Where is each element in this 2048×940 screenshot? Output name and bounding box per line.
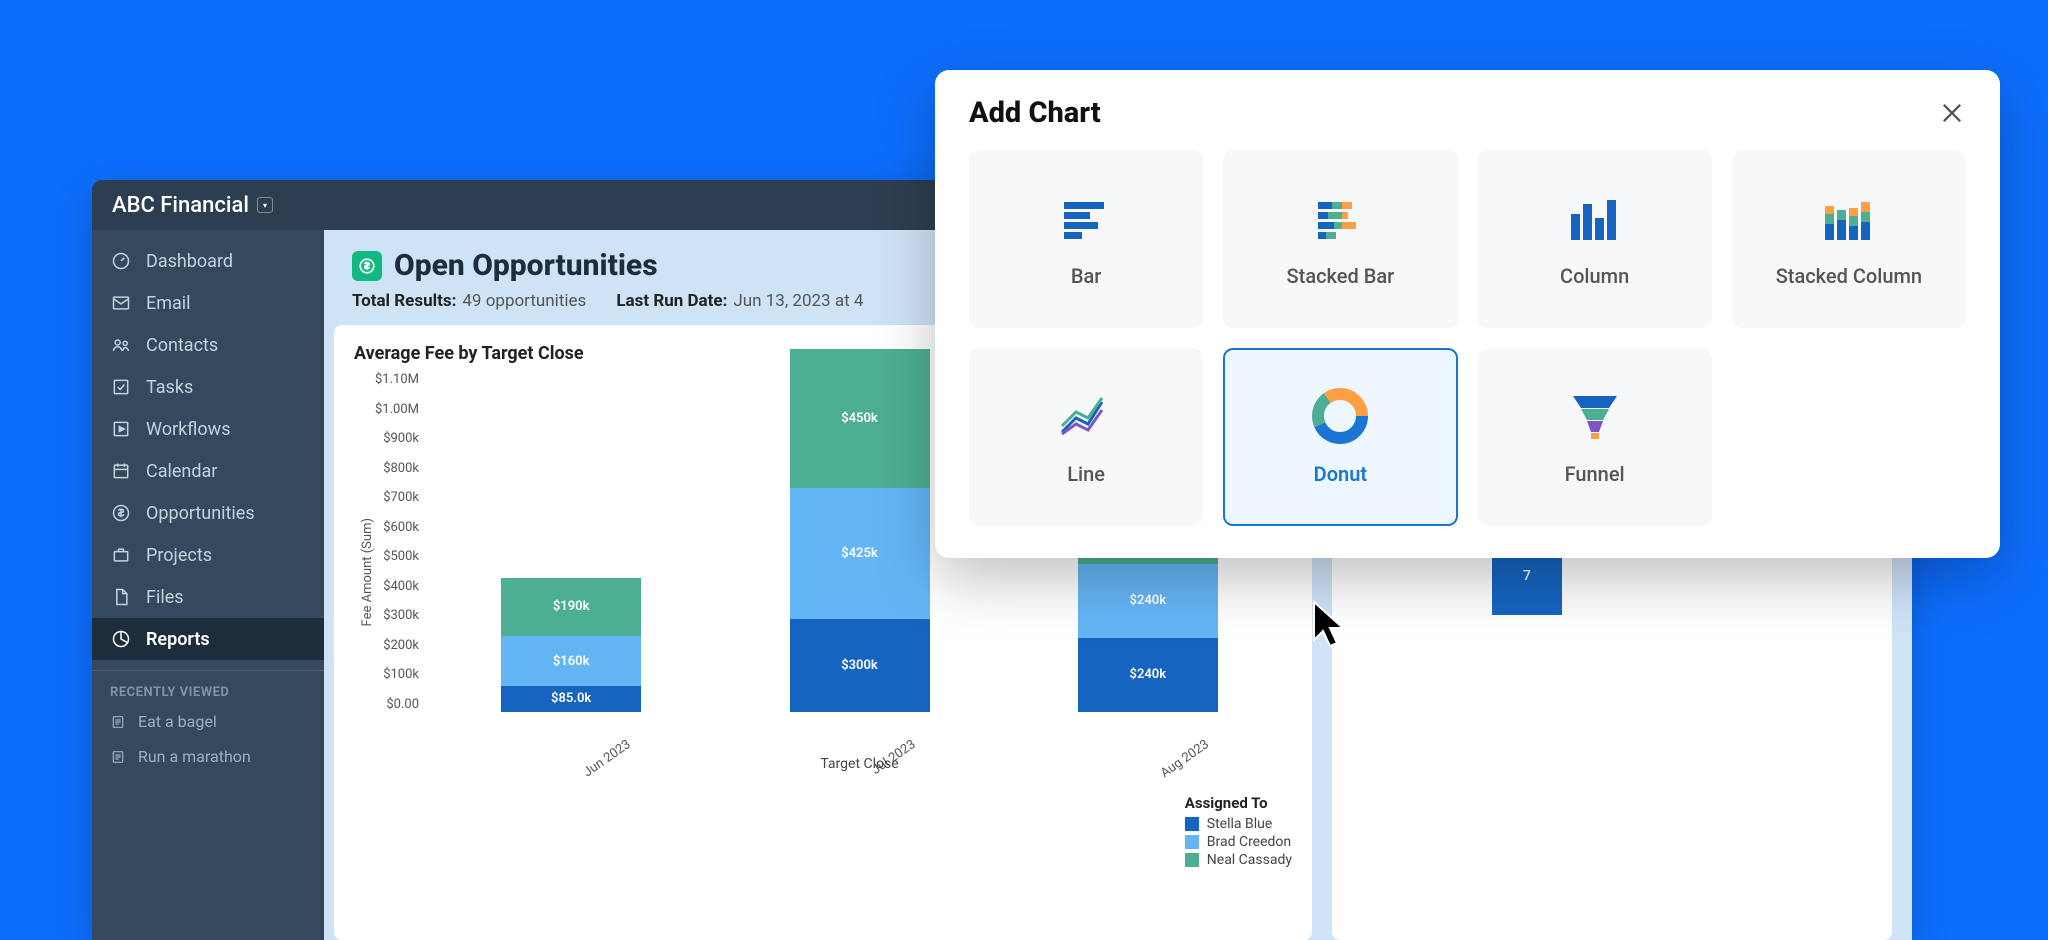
total-results: Total Results:49 opportunities — [352, 291, 586, 311]
y-tick: $400k — [383, 579, 419, 594]
sidebar-item-contacts[interactable]: Contacts — [92, 324, 324, 366]
y-tick: $500k — [383, 549, 419, 564]
y-tick: $700k — [383, 490, 419, 505]
sidebar-item-label: Workflows — [146, 419, 231, 440]
sidebar-item-label: Files — [146, 587, 184, 608]
sidebar-item-label: Contacts — [146, 335, 218, 356]
x-tick: Aug 2023 — [1158, 737, 1212, 781]
stacked-bar-chart-icon — [1312, 190, 1368, 246]
chart-option-stacked-bar[interactable]: Stacked Bar — [1223, 150, 1457, 328]
bar-segment: $190k — [501, 578, 641, 637]
line-chart-icon — [1058, 388, 1114, 444]
y-tick: $1.00M — [375, 402, 419, 417]
app-switcher-dropdown[interactable]: ▾ — [257, 197, 273, 213]
column-group: $85.0k$160k$190kJun 2023 — [501, 578, 641, 712]
calendar-icon — [110, 460, 132, 482]
sidebar-item-label: Reports — [146, 629, 210, 650]
x-axis-label: Target Close — [820, 756, 898, 772]
sidebar-item-label: Calendar — [146, 461, 217, 482]
bar-segment: $85.0k — [501, 686, 641, 712]
sidebar-item-label: Tasks — [146, 377, 193, 398]
modal-title: Add Chart — [969, 96, 1101, 130]
recent-item[interactable]: Run a marathon — [92, 739, 324, 774]
sidebar-divider — [92, 670, 324, 671]
legend-item: Brad Creedon — [1185, 834, 1292, 850]
x-tick: Jun 2023 — [581, 737, 634, 780]
check-square-icon — [110, 376, 132, 398]
recent-item[interactable]: Eat a bagel — [92, 704, 324, 739]
last-run-date: Last Run Date:Jun 13, 2023 at 4 — [616, 291, 863, 311]
recently-viewed-heading: RECENTLY VIEWED — [92, 675, 324, 704]
donut-chart-icon — [1312, 388, 1368, 444]
legend-title: Assigned To — [1185, 794, 1292, 812]
chart-option-label: Bar — [1071, 264, 1101, 288]
page-title: Open Opportunities — [394, 248, 658, 283]
column-group: $300k$425k$450kJul 2023 — [790, 349, 930, 712]
chart-option-donut[interactable]: Donut — [1223, 348, 1457, 526]
chart-option-label: Stacked Column — [1776, 264, 1922, 288]
play-square-icon — [110, 418, 132, 440]
bar-segment: $240k — [1078, 564, 1218, 638]
sidebar-item-email[interactable]: Email — [92, 282, 324, 324]
dollar-icon — [110, 502, 132, 524]
y-tick: $600k — [383, 520, 419, 535]
chart-legend: Assigned To Stella Blue Brad Creedon Neal … — [1185, 794, 1292, 870]
legend-item: Neal Cassady — [1185, 852, 1292, 868]
y-tick: $0.00 — [386, 697, 419, 712]
chart-option-stacked-column[interactable]: Stacked Column — [1732, 150, 1966, 328]
y-tick: $1.10M — [375, 372, 419, 387]
bar-segment: $300k — [790, 619, 930, 712]
sidebar-item-label: Email — [146, 293, 191, 314]
legend-item: Stella Blue — [1185, 816, 1292, 832]
chart-option-label: Column — [1560, 264, 1629, 288]
sidebar-item-label: Dashboard — [146, 251, 233, 272]
briefcase-icon — [110, 544, 132, 566]
add-chart-modal: Add Chart Bar Stacked Bar Column Stacked Co… — [935, 70, 2000, 558]
file-icon — [110, 586, 132, 608]
chart-option-label: Line — [1067, 462, 1105, 486]
y-axis-label: Fee Amount (Sum) — [354, 518, 375, 626]
chart-option-label: Funnel — [1565, 462, 1625, 486]
sidebar-item-label: Projects — [146, 545, 212, 566]
y-tick: $300k — [383, 608, 419, 623]
sidebar-item-dashboard[interactable]: Dashboard — [92, 240, 324, 282]
chart-option-bar[interactable]: Bar — [969, 150, 1203, 328]
gauge-icon — [110, 250, 132, 272]
stacked-column-chart-icon — [1821, 190, 1877, 246]
chart-option-label: Stacked Bar — [1287, 264, 1395, 288]
sidebar-item-projects[interactable]: Projects — [92, 534, 324, 576]
y-tick: $800k — [383, 461, 419, 476]
y-tick: $900k — [383, 431, 419, 446]
sidebar-item-label: Opportunities — [146, 503, 255, 524]
bar-segment: $425k — [790, 488, 930, 619]
chart-option-funnel[interactable]: Funnel — [1478, 348, 1712, 526]
sidebar-item-reports[interactable]: Reports — [92, 618, 324, 660]
funnel-chart-icon — [1567, 388, 1623, 444]
close-icon[interactable] — [1938, 99, 1966, 127]
y-tick: $200k — [383, 638, 419, 653]
sidebar-item-workflows[interactable]: Workflows — [92, 408, 324, 450]
pie-icon — [110, 628, 132, 650]
y-tick: $100k — [383, 667, 419, 682]
sidebar-item-calendar[interactable]: Calendar — [92, 450, 324, 492]
bar-segment: $450k — [790, 349, 930, 488]
bar-segment: $240k — [1078, 638, 1218, 712]
users-icon — [110, 334, 132, 356]
opportunities-icon — [352, 251, 382, 281]
sidebar-item-opportunities[interactable]: Opportunities — [92, 492, 324, 534]
column-chart-icon — [1567, 190, 1623, 246]
app-name: ABC Financial — [112, 193, 249, 218]
y-axis: $1.10M $1.00M $900k $800k $700k $600k $500k $40… — [375, 372, 427, 712]
sidebar: Dashboard Email Contacts Tasks Workflows Cale… — [92, 230, 324, 940]
bar-chart-icon — [1058, 190, 1114, 246]
chart-option-label: Donut — [1314, 462, 1367, 486]
mail-icon — [110, 292, 132, 314]
sidebar-item-files[interactable]: Files — [92, 576, 324, 618]
chart-option-line[interactable]: Line — [969, 348, 1203, 526]
bar-segment: $160k — [501, 636, 641, 685]
chart-option-column[interactable]: Column — [1478, 150, 1712, 328]
sidebar-item-tasks[interactable]: Tasks — [92, 366, 324, 408]
